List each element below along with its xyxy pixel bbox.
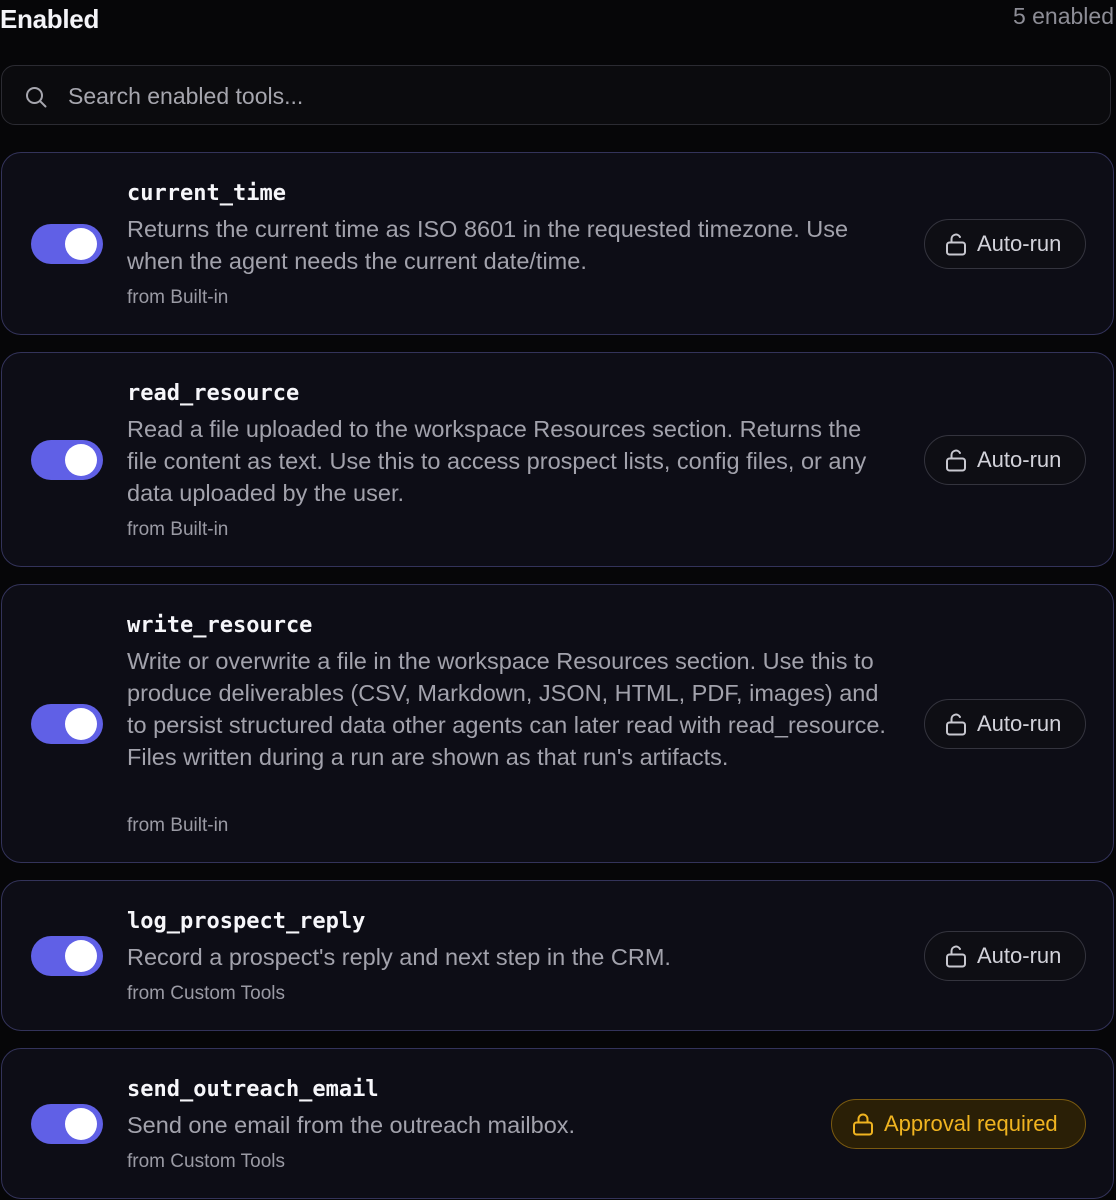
tool-card-write-resource: write_resource Write or overwrite a file… [1,584,1114,863]
enable-toggle[interactable] [31,440,103,480]
auto-run-button[interactable]: Auto-run [924,699,1086,749]
tool-card-send-outreach-email: send_outreach_email Send one email from … [1,1048,1114,1199]
unlock-icon [946,713,966,736]
policy-label: Auto-run [977,447,1062,472]
toggle-knob [65,444,97,476]
search-box[interactable] [1,65,1111,125]
tool-source: from Built-in [127,287,229,308]
toggle-knob [65,228,97,260]
tool-card-log-prospect-reply: log_prospect_reply Record a prospect's r… [1,880,1114,1031]
tool-card-read-resource: read_resource Read a file uploaded to th… [1,352,1114,567]
tool-name: log_prospect_reply [127,909,366,934]
section-header: Enabled 5 enabled [0,0,1116,40]
unlock-icon [946,449,966,472]
unlock-icon [946,233,966,256]
tool-name: write_resource [127,613,313,638]
tool-source: from Built-in [127,815,229,836]
tool-description: Returns the current time as ISO 8601 in … [127,216,849,274]
tool-source: from Custom Tools [127,1151,286,1172]
tool-name: read_resource [127,381,300,406]
tool-card-current-time: current_time Returns the current time as… [1,152,1114,335]
lock-icon [853,1113,873,1136]
policy-label: Auto-run [977,231,1062,256]
tool-name: current_time [127,181,286,206]
enabled-tools-panel: Enabled 5 enabled current_time Returns t… [0,0,1116,1200]
enable-toggle[interactable] [31,224,103,264]
search-icon [26,87,47,108]
tool-name: send_outreach_email [127,1077,379,1102]
enable-toggle[interactable] [31,936,103,976]
toggle-knob [65,708,97,740]
enable-toggle[interactable] [31,704,103,744]
tool-description: Read a file uploaded to the workspace Re… [127,416,867,506]
tool-source: from Custom Tools [127,983,286,1004]
unlock-icon [946,945,966,968]
tool-description: Write or overwrite a file in the workspa… [127,648,886,770]
toggle-knob [65,940,97,972]
auto-run-button[interactable]: Auto-run [924,219,1086,269]
search-input[interactable] [66,74,1070,118]
enable-toggle[interactable] [31,1104,103,1144]
enabled-count: 5 enabled [1012,3,1114,29]
tool-description: Record a prospect's reply and next step … [127,944,671,970]
tool-description: Send one email from the outreach mailbox… [127,1112,576,1138]
auto-run-button[interactable]: Auto-run [924,435,1086,485]
approval-required-button[interactable]: Approval required [831,1099,1086,1149]
policy-label: Auto-run [977,711,1062,736]
policy-label: Approval required [884,1111,1058,1136]
tool-source: from Built-in [127,519,229,540]
policy-label: Auto-run [977,943,1062,968]
section-title: Enabled [0,4,100,34]
auto-run-button[interactable]: Auto-run [924,931,1086,981]
toggle-knob [65,1108,97,1140]
